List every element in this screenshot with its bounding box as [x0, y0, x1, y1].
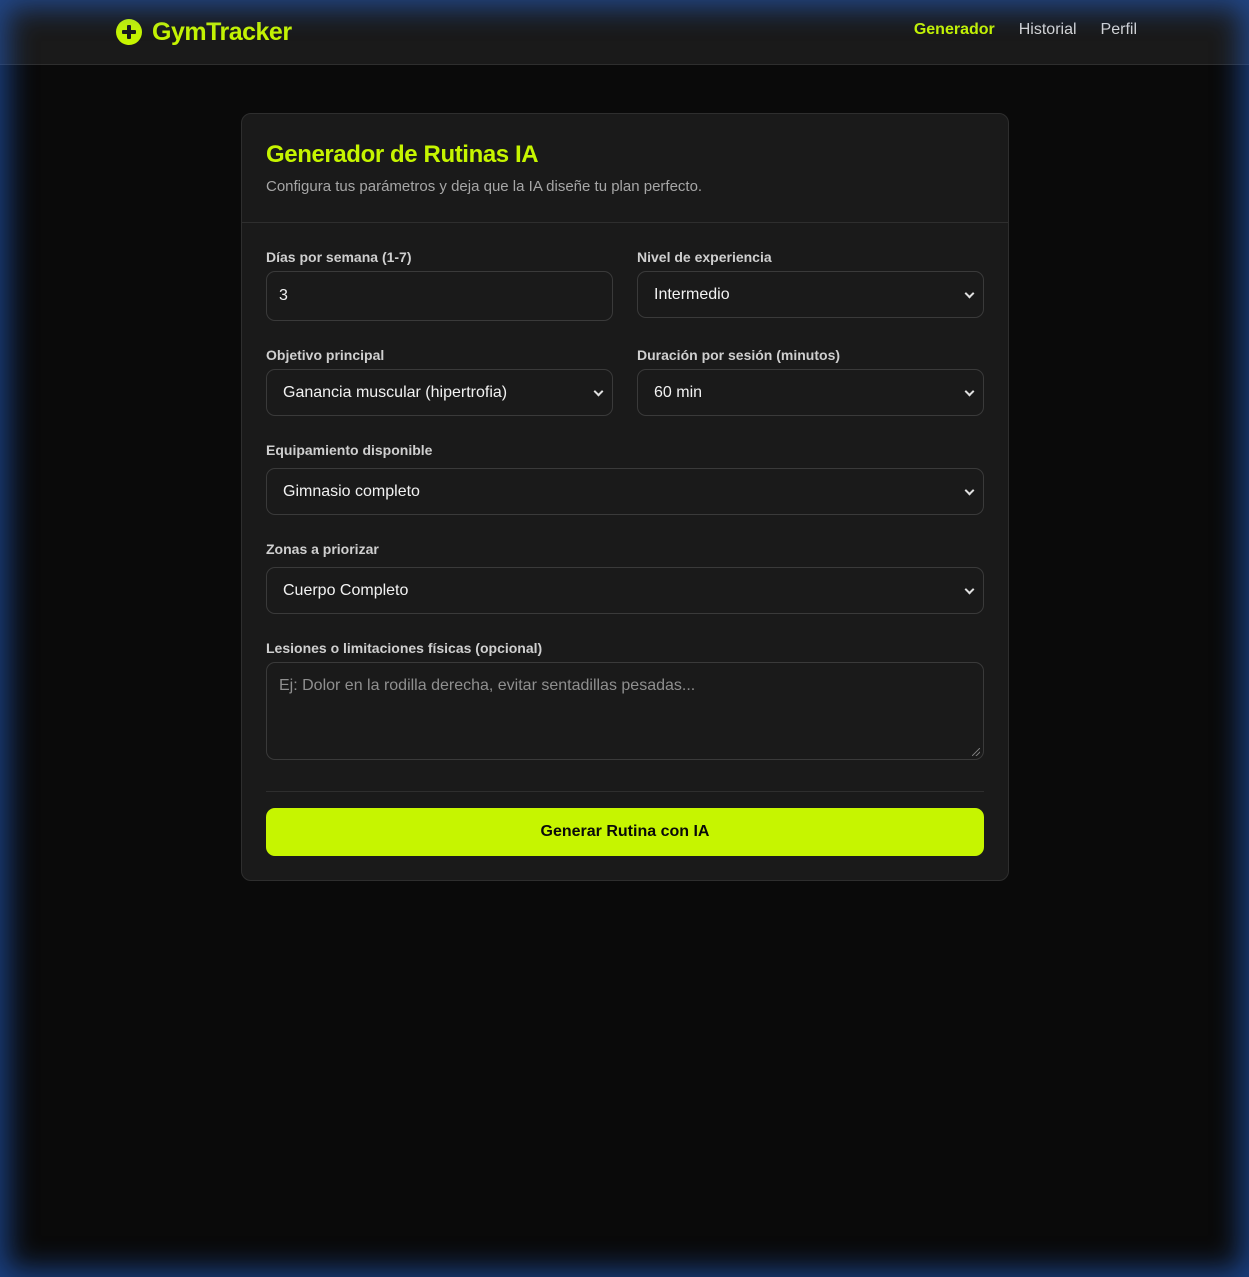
chevron-down-icon [964, 584, 975, 594]
zones-label: Zonas a priorizar [266, 541, 379, 557]
routine-generator-card: Generador de Rutinas IA Configura tus pa… [241, 113, 1009, 881]
nav-link-generador[interactable]: Generador [914, 21, 995, 39]
injuries-textarea[interactable]: Ej: Dolor en la rodilla derecha, evitar … [266, 662, 984, 760]
equipment-select[interactable]: Gimnasio completo [266, 468, 984, 515]
page-title: Generador de Rutinas IA [266, 141, 539, 168]
resize-handle[interactable] [972, 748, 980, 756]
goal-select[interactable]: Ganancia muscular (hipertrofia) [266, 369, 613, 416]
level-value: Intermedio [654, 285, 730, 303]
nav-link-historial[interactable]: Historial [1019, 21, 1077, 39]
goal-label: Objetivo principal [266, 347, 385, 363]
chevron-down-icon [593, 386, 604, 396]
generate-routine-button[interactable]: Generar Rutina con IA [266, 808, 984, 856]
duration-select[interactable]: 60 min [637, 369, 984, 416]
chevron-down-icon [964, 288, 975, 298]
plus-circle-icon [116, 19, 142, 45]
days-value: 3 [279, 287, 288, 304]
chevron-down-icon [964, 386, 975, 396]
days-input[interactable]: 3 [266, 271, 613, 321]
zones-select[interactable]: Cuerpo Completo [266, 567, 984, 614]
nav-link-perfil[interactable]: Perfil [1101, 21, 1137, 39]
card-header: Generador de Rutinas IA Configura tus pa… [242, 114, 1008, 223]
chevron-down-icon [964, 485, 975, 495]
top-navbar: GymTracker Generador Historial Perfil [0, 0, 1249, 65]
goal-value: Ganancia muscular (hipertrofia) [283, 383, 508, 401]
injuries-label: Lesiones o limitaciones físicas (opciona… [266, 640, 543, 656]
days-label: Días por semana (1-7) [266, 249, 412, 265]
level-label: Nivel de experiencia [637, 249, 772, 265]
equipment-value: Gimnasio completo [283, 482, 420, 500]
equipment-label: Equipamiento disponible [266, 442, 433, 458]
brand-logo[interactable]: GymTracker [116, 18, 292, 46]
injuries-placeholder: Ej: Dolor en la rodilla derecha, evitar … [279, 677, 696, 694]
duration-label: Duración por sesión (minutos) [637, 347, 841, 363]
duration-value: 60 min [654, 383, 703, 401]
page-subtitle: Configura tus parámetros y deja que la I… [266, 178, 703, 195]
form-divider [266, 791, 984, 792]
brand-name: GymTracker [152, 17, 292, 46]
zones-value: Cuerpo Completo [283, 581, 409, 599]
nav-links: Generador Historial Perfil [914, 21, 1137, 39]
level-select[interactable]: Intermedio [637, 271, 984, 318]
